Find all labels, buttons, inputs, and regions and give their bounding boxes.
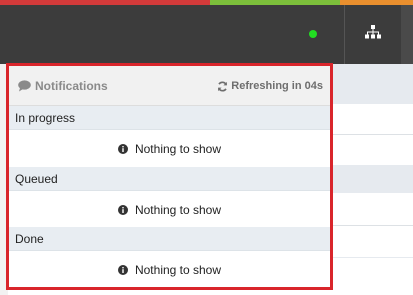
empty-state-text: Nothing to show <box>134 203 222 217</box>
comment-icon <box>18 80 31 92</box>
empty-state-text: Nothing to show <box>134 142 222 156</box>
background-row <box>333 64 413 104</box>
empty-state-in-progress: Nothing to show <box>9 131 330 167</box>
section-header-queued: Queued <box>9 167 330 191</box>
notifications-panel: Notifications Refreshing in 04s In progr… <box>6 63 333 290</box>
section-label: Done <box>15 231 44 246</box>
app-viewport: Notifications Refreshing in 04s In progr… <box>0 0 413 295</box>
section-label: In progress <box>15 110 76 125</box>
topbar-edge <box>401 5 413 64</box>
info-icon <box>117 205 128 215</box>
sitemap-button[interactable] <box>345 5 401 64</box>
empty-state-queued: Nothing to show <box>9 192 330 228</box>
empty-state-text: Nothing to show <box>134 263 222 277</box>
section-label: Queued <box>15 171 58 186</box>
background-row-divider <box>333 134 413 135</box>
section-header-in-progress: In progress <box>9 106 330 130</box>
background-row-divider <box>333 225 413 226</box>
refresh-icon <box>217 80 228 92</box>
refresh-countdown-text: Refreshing in 04s <box>231 80 323 92</box>
info-icon <box>117 265 128 275</box>
connection-status-indicator <box>309 30 317 38</box>
empty-state-done: Nothing to show <box>9 252 330 288</box>
background-row-divider <box>333 257 413 258</box>
section-header-done: Done <box>9 227 330 251</box>
notifications-title: Notifications <box>18 78 108 94</box>
top-navigation-bar <box>0 5 413 64</box>
notifications-title-text: Notifications <box>35 79 108 93</box>
sitemap-icon <box>365 25 381 44</box>
refresh-status[interactable]: Refreshing in 04s <box>217 78 323 94</box>
notifications-header: Notifications Refreshing in 04s <box>9 66 330 106</box>
info-icon <box>117 144 128 154</box>
background-row <box>333 165 413 193</box>
